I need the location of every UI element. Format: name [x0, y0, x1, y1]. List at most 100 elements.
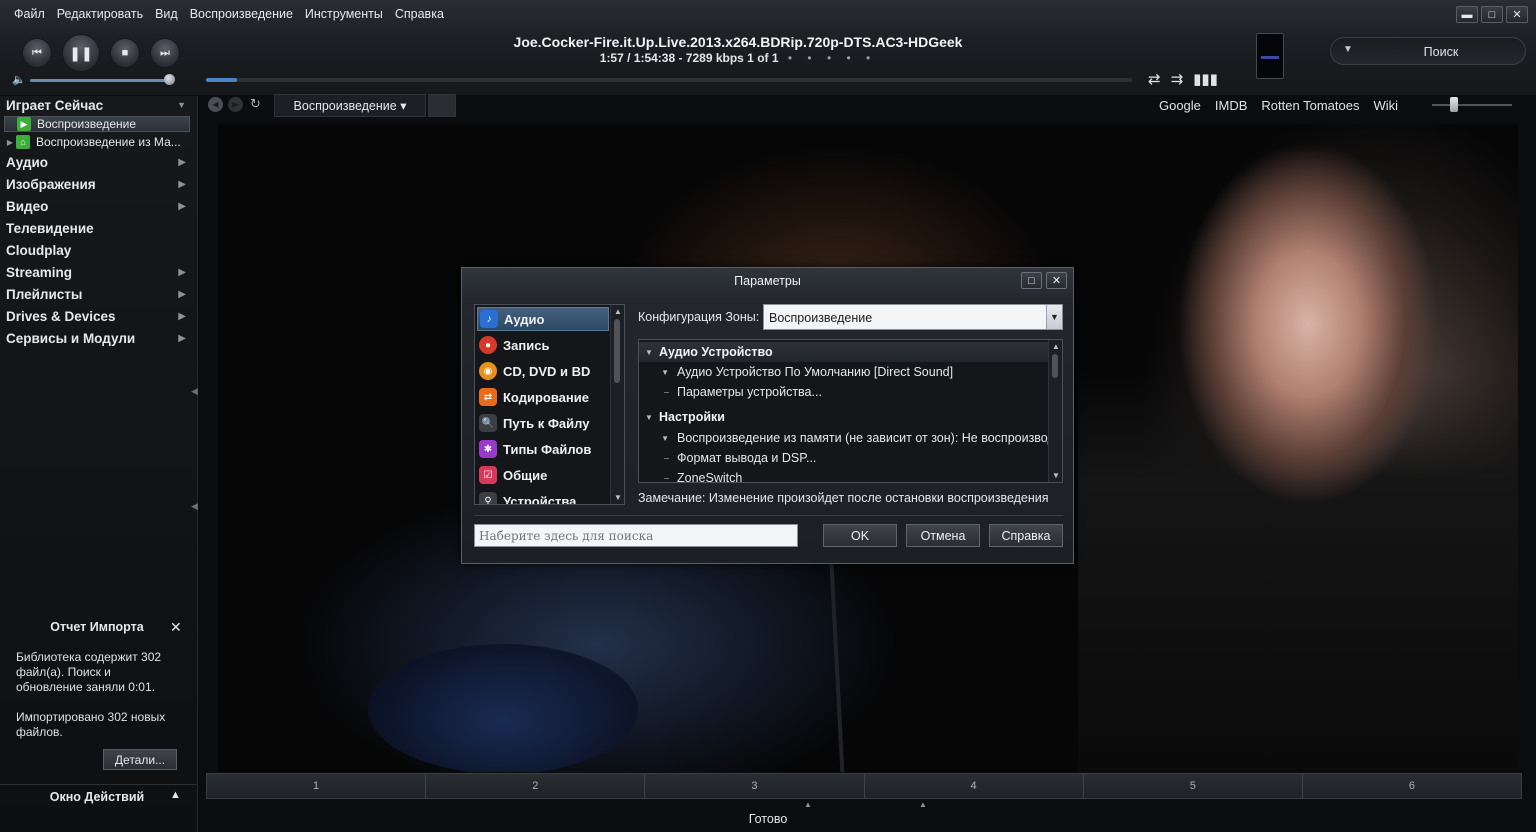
- details-button[interactable]: Детали...: [103, 749, 177, 770]
- tree-item-device-settings[interactable]: ⎯ Параметры устройства...: [639, 382, 1049, 402]
- action-window-header[interactable]: Окно Действий ▲: [0, 784, 198, 806]
- category-recording[interactable]: ● Запись: [477, 333, 609, 357]
- chapter-marker[interactable]: 3: [645, 774, 865, 798]
- menu-tools[interactable]: Инструменты: [299, 6, 389, 22]
- chapter-marker[interactable]: 5: [1084, 774, 1303, 798]
- category-file-types[interactable]: ✱ Типы Файлов: [477, 437, 609, 461]
- chapter-caret-icon[interactable]: ▲: [804, 800, 812, 809]
- repeat-icon[interactable]: ⇉: [1171, 70, 1184, 88]
- tree-item-zoneswitch[interactable]: ⎯ ZoneSwitch: [639, 468, 1049, 482]
- category-general[interactable]: ☑ Общие: [477, 463, 609, 487]
- chevron-up-icon[interactable]: ▲: [170, 789, 181, 801]
- category-file-path[interactable]: 🔍 Путь к Файлу: [477, 411, 609, 435]
- scroll-down-icon[interactable]: ▼: [1052, 471, 1060, 480]
- sidebar-item-cloudplay[interactable]: Cloudplay: [6, 243, 186, 258]
- sidebar-item-video[interactable]: Видео ▶: [6, 199, 186, 214]
- rating-dots[interactable]: • • • • •: [788, 51, 876, 65]
- link-rotten-tomatoes[interactable]: Rotten Tomatoes: [1261, 98, 1359, 113]
- link-google[interactable]: Google: [1159, 98, 1201, 113]
- volume-icon[interactable]: 🔈: [12, 73, 26, 86]
- seek-bar[interactable]: [206, 78, 1132, 82]
- collapse-sidebar-icon[interactable]: ◀: [191, 501, 198, 512]
- menu-file[interactable]: Файл: [8, 6, 51, 22]
- sidebar-item-audio[interactable]: Аудио ▶: [6, 155, 186, 170]
- chapter-marker[interactable]: 2: [426, 774, 646, 798]
- chapter-marker[interactable]: 6: [1303, 774, 1521, 798]
- category-encoding[interactable]: ⇄ Кодирование: [477, 385, 609, 409]
- scroll-down-icon[interactable]: ▼: [614, 493, 622, 502]
- zoom-slider[interactable]: [1432, 104, 1512, 106]
- stop-button[interactable]: ■: [110, 38, 140, 68]
- dialog-title: Параметры: [734, 274, 801, 288]
- video-thumbnail[interactable]: [1256, 33, 1284, 79]
- file-types-icon: ✱: [479, 440, 497, 458]
- expand-icon[interactable]: ▶: [4, 138, 16, 147]
- category-cd-dvd-bd[interactable]: ◉ CD, DVD и BD: [477, 359, 609, 383]
- back-icon[interactable]: ◀: [208, 97, 223, 112]
- volume-knob[interactable]: [164, 74, 175, 85]
- expand-icon[interactable]: ▼: [639, 434, 677, 443]
- scroll-up-icon[interactable]: ▲: [614, 307, 622, 316]
- dialog-window-controls: □ ✕: [1021, 272, 1067, 289]
- chapter-marker[interactable]: 4: [865, 774, 1084, 798]
- sidebar-item-playback[interactable]: ▶ Воспроизведение: [4, 116, 190, 132]
- sidebar-item-services[interactable]: Сервисы и Модули ▶: [6, 331, 186, 346]
- forward-icon[interactable]: ▶: [228, 97, 243, 112]
- expand-icon[interactable]: ▼: [639, 368, 677, 377]
- tree-item-output-format[interactable]: ⎯ Формат вывода и DSP...: [639, 448, 1049, 468]
- tree-section-audio-device[interactable]: ▼ Аудио Устройство: [639, 342, 1049, 362]
- link-wiki[interactable]: Wiki: [1373, 98, 1398, 113]
- tree-scrollbar[interactable]: ▲ ▼: [1048, 340, 1062, 482]
- tab-playback[interactable]: Воспроизведение ▾: [274, 94, 426, 117]
- menu-view[interactable]: Вид: [149, 6, 184, 22]
- sidebar-item-images[interactable]: Изображения ▶: [6, 177, 186, 192]
- chapter-marker[interactable]: 1: [207, 774, 427, 798]
- collapse-icon[interactable]: ▼: [639, 413, 659, 422]
- sidebar-item-tv[interactable]: Телевидение: [6, 221, 186, 236]
- next-button[interactable]: ⏭: [150, 38, 180, 68]
- link-imdb[interactable]: IMDB: [1215, 98, 1248, 113]
- options-search-input[interactable]: [474, 524, 798, 547]
- shuffle-icon[interactable]: ⇄: [1148, 70, 1161, 88]
- category-audio[interactable]: ♪ Аудио: [477, 307, 609, 331]
- collapse-sidebar-icon[interactable]: ◀: [191, 386, 198, 397]
- equalizer-icon[interactable]: ▮▮▮: [1193, 70, 1218, 88]
- cancel-button[interactable]: Отмена: [906, 524, 980, 547]
- category-scrollbar[interactable]: ▲ ▼: [610, 305, 624, 504]
- menu-help[interactable]: Справка: [389, 6, 450, 22]
- sidebar-item-playback-from-memory[interactable]: ▶ ⌂ Воспроизведение из Ма...: [4, 134, 190, 150]
- refresh-icon[interactable]: ↻: [250, 96, 261, 112]
- scrollbar-thumb[interactable]: [1052, 354, 1058, 378]
- tree-item-default-device[interactable]: ▼ Аудио Устройство По Умолчанию [Direct …: [639, 362, 1049, 382]
- minimize-button[interactable]: ▬: [1456, 6, 1478, 23]
- tree-item-play-from-memory[interactable]: ▼ Воспроизведение из памяти (не зависит …: [639, 428, 1049, 448]
- collapse-icon[interactable]: ▼: [639, 348, 659, 357]
- sidebar-item-playlists[interactable]: Плейлисты ▶: [6, 287, 186, 302]
- ok-button[interactable]: OK: [823, 524, 897, 547]
- volume-slider[interactable]: [30, 79, 170, 82]
- dialog-maximize-button[interactable]: □: [1021, 272, 1042, 289]
- help-button[interactable]: Справка: [989, 524, 1063, 547]
- zone-config-select[interactable]: Воспроизведение ▼: [763, 304, 1063, 330]
- search-box[interactable]: ▼ Поиск: [1330, 37, 1526, 65]
- sidebar-item-streaming[interactable]: Streaming ▶: [6, 265, 186, 280]
- chevron-down-icon[interactable]: ▼: [1046, 305, 1062, 329]
- category-devices[interactable]: ⚲ Устройства: [477, 489, 609, 504]
- scrollbar-thumb[interactable]: [614, 319, 620, 383]
- sidebar-item-drives-devices[interactable]: Drives & Devices ▶: [6, 309, 186, 324]
- sidebar-header-now-playing[interactable]: Играет Сейчас ▼: [6, 98, 186, 113]
- pause-button[interactable]: ❚❚: [62, 34, 100, 72]
- zoom-knob[interactable]: [1450, 97, 1458, 112]
- maximize-button[interactable]: □: [1481, 6, 1503, 23]
- chapter-caret-icon[interactable]: ▲: [919, 800, 927, 809]
- previous-button[interactable]: ⏮: [22, 38, 52, 68]
- close-button[interactable]: ✕: [1506, 6, 1528, 23]
- close-icon[interactable]: ✕: [170, 619, 182, 636]
- dialog-close-button[interactable]: ✕: [1046, 272, 1067, 289]
- menu-playback[interactable]: Воспроизведение: [184, 6, 299, 22]
- tree-section-settings[interactable]: ▼ Настройки: [639, 407, 1049, 427]
- menu-edit[interactable]: Редактировать: [51, 6, 149, 22]
- new-tab-button[interactable]: [428, 94, 456, 117]
- scroll-up-icon[interactable]: ▲: [1052, 342, 1060, 351]
- sidebar: Играет Сейчас ▼ ▶ Воспроизведение ▶ ⌂ Во…: [0, 96, 198, 832]
